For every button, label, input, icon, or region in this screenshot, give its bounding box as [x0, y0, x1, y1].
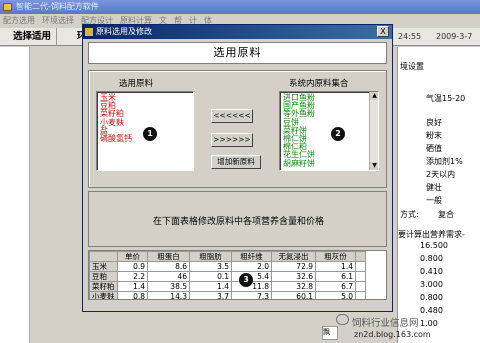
table-cell[interactable]: 2.2: [117, 271, 148, 282]
callout-badge: 1: [143, 127, 157, 141]
table-cell[interactable]: 6.7: [315, 281, 356, 292]
instruction-text: 在下面表格修改原料中各项营养含量和价格: [152, 217, 324, 227]
callout-badge: 3: [239, 273, 253, 287]
panel-item: 添加剂1%: [426, 157, 463, 166]
taskbar-fragment: 飘: [322, 326, 338, 340]
grid-header: 粗脂肪: [189, 251, 232, 262]
left-strip: [0, 47, 30, 343]
system-list-label: 系统内原料集合: [289, 79, 349, 89]
watermark-text: 饲料行业信息网: [352, 318, 419, 329]
menu-item[interactable]: 环境选择: [42, 14, 74, 27]
table-cell[interactable]: 3.7: [189, 291, 232, 299]
list-scrollbar[interactable]: ▲ ▼: [369, 92, 378, 170]
watermark-url: zn2d.blog.163.com: [354, 330, 431, 339]
table-cell[interactable]: 0.8: [117, 291, 148, 299]
dialog-title: 原料选用及修改: [96, 27, 152, 36]
table-cell[interactable]: 3.5: [189, 261, 232, 272]
nutrient-grid[interactable]: 单价 粗蛋白 粗脂肪 粗纤维 无氮浸出 粗灰份 玉米 0.9 8.6 3.5 2…: [88, 250, 387, 300]
row-name: 玉米: [89, 261, 118, 272]
nutrient-value: 16.500: [420, 241, 448, 250]
dialog-heading: 选用原料: [88, 42, 387, 64]
toolbar-select-apply[interactable]: 选择适用: [8, 28, 58, 46]
table-row: 玉米 0.9 8.6 3.5 2.0 72.9 1.4: [89, 261, 366, 272]
table-row: 小麦麸 0.8 14.3 3.7 7.3 60.1 5.0: [89, 291, 366, 299]
table-cell[interactable]: 72.9: [271, 261, 316, 272]
method-value: 复合: [438, 210, 454, 219]
nutrient-value: 0.480: [420, 306, 443, 315]
method-label: 方式:: [400, 210, 419, 219]
table-cell[interactable]: 32.6: [271, 271, 316, 282]
menu-item[interactable]: 配方选用: [3, 14, 35, 27]
grid-corner: [89, 251, 118, 262]
nutrient-value: 0.800: [420, 293, 443, 302]
material-selection-group: 选用原料 系统内原料集合 玉米 豆粕 菜籽粕 小麦麸 盐 磷酸氢钙 1 <<<<…: [88, 70, 387, 188]
nutrient-value: 1.00: [420, 319, 438, 328]
callout-badge: 2: [331, 127, 345, 141]
table-cell[interactable]: 1.4: [315, 261, 356, 272]
table-cell[interactable]: 32.8: [271, 281, 316, 292]
table-cell[interactable]: 46: [147, 271, 190, 282]
grid-header: 粗纤维: [231, 251, 272, 262]
row-name: 豆粕: [89, 271, 118, 282]
dialog-title-bar: 原料选用及修改 X: [83, 25, 392, 39]
list-item[interactable]: 胡麻籽饼: [283, 159, 367, 168]
status-time: 24:55: [398, 32, 422, 41]
app-title-bar: 智能二代-饲料配方软件: [0, 0, 480, 14]
app-title: 智能二代-饲料配方软件: [16, 2, 99, 11]
table-cell[interactable]: 1.4: [189, 281, 232, 292]
nutrient-value: 3.000: [420, 280, 443, 289]
table-cell[interactable]: 1.4: [117, 281, 148, 292]
table-cell: [355, 281, 366, 292]
nutrient-value: 0.800: [420, 254, 443, 263]
grid-header: 单价: [117, 251, 148, 262]
nutrient-value: 0.410: [420, 267, 443, 276]
instruction-panel: 在下面表格修改原料中各项营养含量和价格: [88, 191, 387, 247]
table-cell: [355, 291, 366, 299]
table-cell: [355, 271, 366, 282]
table-cell[interactable]: 5.0: [315, 291, 356, 299]
system-materials-list[interactable]: 进口鱼粉 国产鱼粉 等外鱼粉 豆饼 菜籽饼 棉仁饼 棉仁粕 花生仁饼 胡麻籽饼 …: [279, 91, 379, 171]
panel-item: 健壮: [426, 183, 442, 192]
add-new-material-button[interactable]: 增加新原料: [211, 155, 261, 169]
scroll-down-icon[interactable]: ▼: [370, 162, 378, 170]
table-cell[interactable]: 60.1: [271, 291, 316, 299]
table-cell: [355, 261, 366, 272]
selected-list-label: 选用原料: [119, 79, 154, 89]
grid-header: 无氮浸出: [271, 251, 316, 262]
table-cell[interactable]: 2.0: [231, 261, 272, 272]
settings-label: 境设置: [400, 62, 424, 71]
table-cell[interactable]: 0.9: [117, 261, 148, 272]
grid-header: 粗蛋白: [147, 251, 190, 262]
panel-item: 粉末: [426, 131, 442, 140]
table-cell[interactable]: 38.5: [147, 281, 190, 292]
temp-value: 气温15-20: [426, 94, 466, 103]
right-settings-panel: 境设置 气温15-20 良好 粉末 硒值 添加剂1% 2天以内 健壮 一般 方式…: [397, 47, 480, 343]
table-cell[interactable]: 7.3: [231, 291, 272, 299]
remove-from-selected-button[interactable]: >>>>>>: [211, 133, 253, 147]
panel-item: 一般: [426, 196, 442, 205]
table-cell[interactable]: 14.3: [147, 291, 190, 299]
row-name: 小麦麸: [89, 291, 118, 299]
row-name: 菜籽粕: [89, 281, 118, 292]
material-selection-dialog: 原料选用及修改 X 选用原料 选用原料 系统内原料集合 玉米 豆粕 菜籽粕 小麦…: [82, 24, 393, 312]
table-row: 菜籽粕 1.4 38.5 1.4 11.8 32.8 6.7: [89, 281, 366, 292]
status-date: 2009-3-7: [436, 32, 473, 41]
wechat-icon: [336, 314, 349, 325]
close-button[interactable]: X: [377, 26, 389, 37]
panel-item: 2天以内: [426, 170, 456, 179]
panel-item: 硒值: [426, 144, 442, 153]
dialog-app-icon: [85, 28, 93, 36]
list-item[interactable]: 小麦麸: [100, 118, 190, 127]
add-to-selected-button[interactable]: <<<<<<: [211, 109, 253, 123]
scroll-up-icon[interactable]: ▲: [370, 92, 378, 100]
grid-header: [355, 251, 366, 262]
table-cell[interactable]: 0.1: [189, 271, 232, 282]
app-logo-icon: [3, 3, 12, 11]
panel-item: 良好: [426, 118, 442, 127]
table-cell[interactable]: 8.6: [147, 261, 190, 272]
table-row: 豆粕 2.2 46 0.1 5.4 32.6 6.1: [89, 271, 366, 282]
grid-header: 粗灰份: [315, 251, 356, 262]
table-cell[interactable]: 6.1: [315, 271, 356, 282]
nutrient-label: 要计算出营养需求-: [398, 230, 465, 239]
